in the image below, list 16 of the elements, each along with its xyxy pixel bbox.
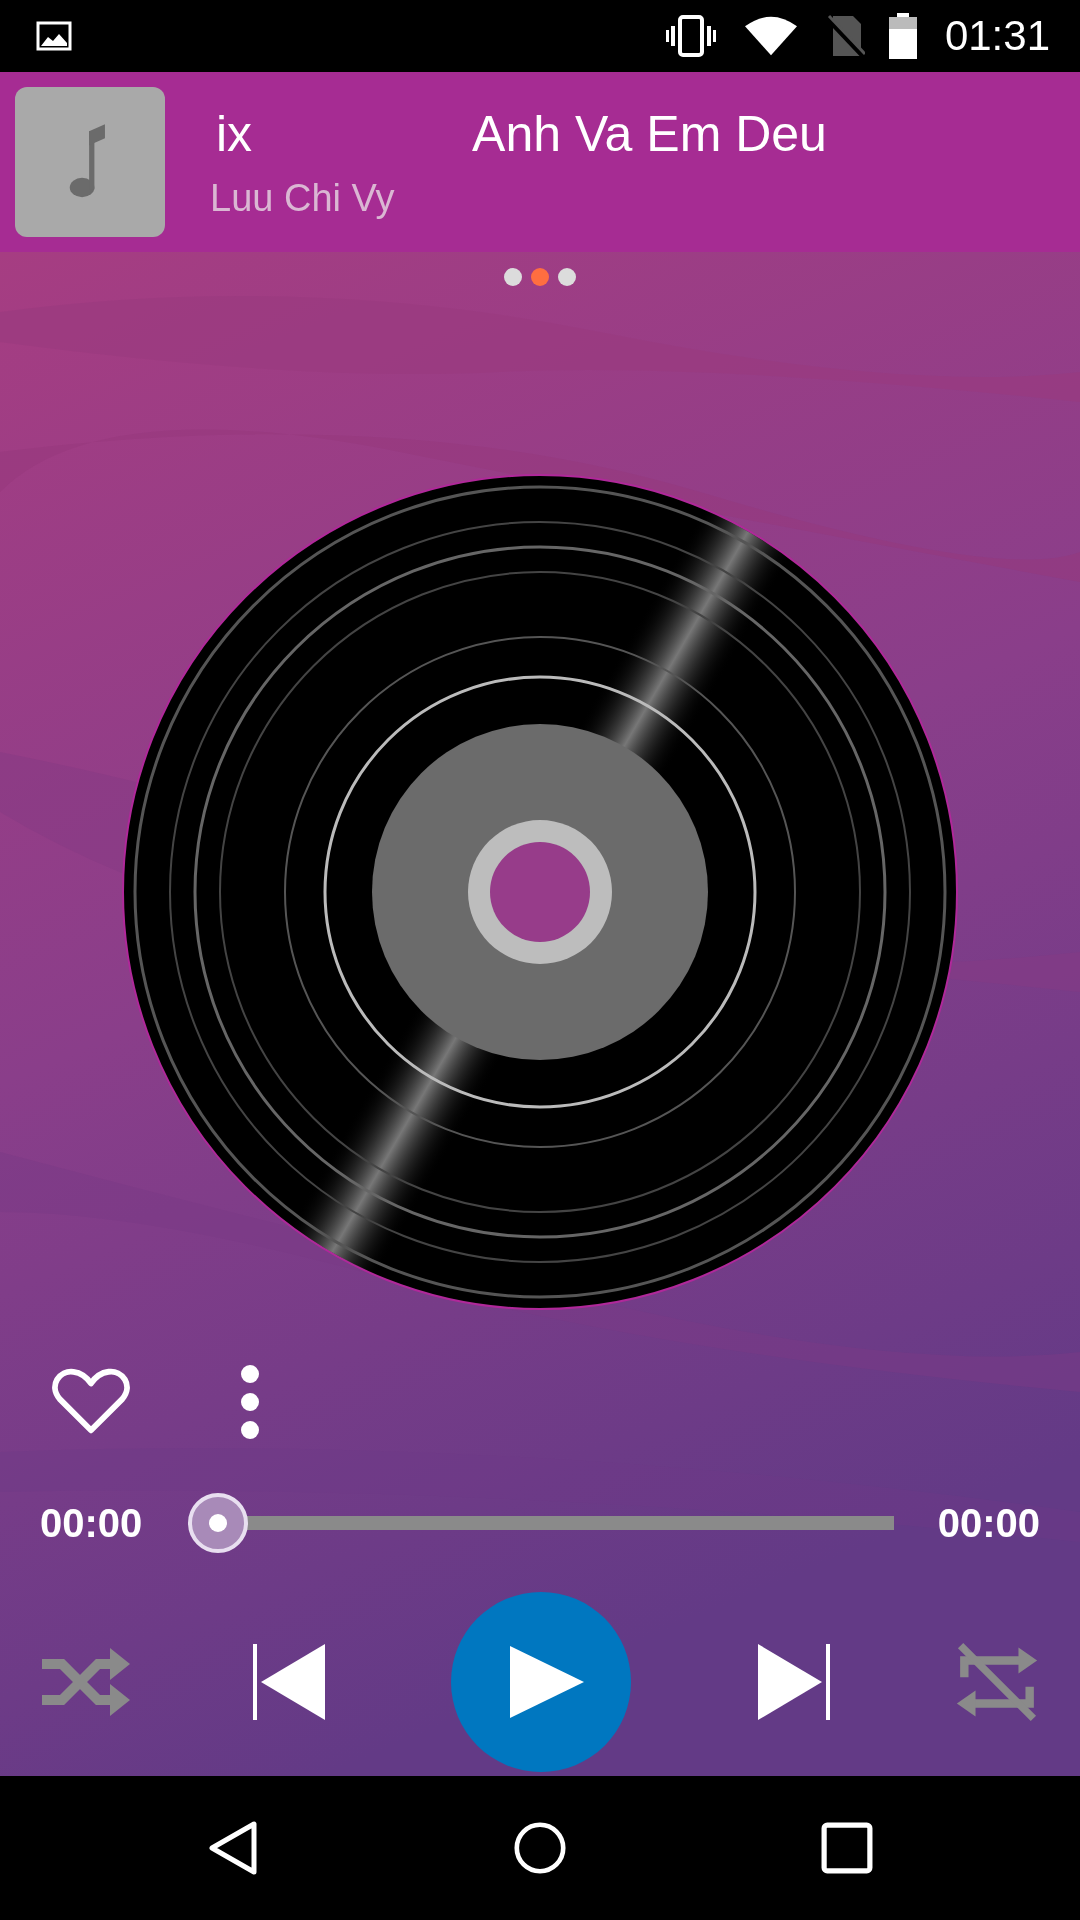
back-icon[interactable]: [207, 1821, 260, 1875]
elapsed-time: 00:00: [40, 1500, 144, 1546]
recents-icon[interactable]: [820, 1821, 873, 1875]
song-title: ix: [216, 104, 253, 163]
total-time: 00:00: [936, 1500, 1040, 1546]
vibrate-icon: [664, 14, 717, 58]
battery-icon: [888, 13, 917, 59]
artist-name: Luu Chi Vy: [210, 176, 396, 220]
image-icon: [36, 21, 72, 51]
play-icon: [510, 1646, 584, 1718]
more-options-icon[interactable]: [240, 1364, 260, 1440]
home-icon[interactable]: [514, 1821, 566, 1875]
song-title: Anh Va Em Deu: [472, 104, 827, 163]
clock: 01:31: [944, 12, 1050, 60]
wifi-icon: [744, 14, 797, 58]
seek-handle[interactable]: [188, 1493, 248, 1553]
